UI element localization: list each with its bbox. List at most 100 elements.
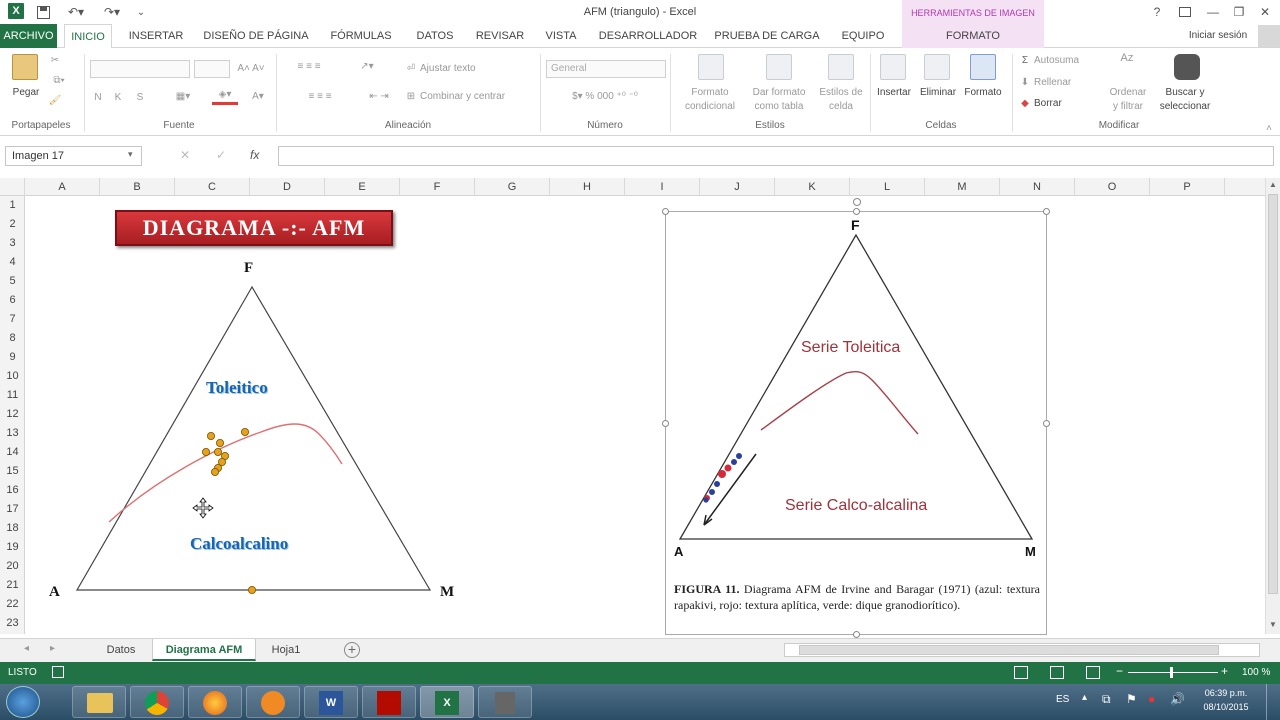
clear-button[interactable]: Borrar — [1034, 97, 1080, 111]
underline-button[interactable]: S — [134, 91, 146, 105]
horizontal-scrollbar[interactable] — [784, 643, 1260, 657]
row-header[interactable]: 21 — [0, 576, 25, 595]
borders-icon[interactable]: ▦▾ — [172, 90, 194, 104]
row-header[interactable]: 19 — [0, 538, 25, 557]
avatar[interactable] — [1258, 25, 1280, 47]
tab-formato[interactable]: FORMATO — [902, 24, 1044, 48]
row-header[interactable]: 16 — [0, 481, 25, 500]
column-header[interactable]: C — [175, 178, 250, 196]
tab-prueba-carga[interactable]: PRUEBA DE CARGA — [712, 28, 822, 48]
number-format-combo[interactable]: General — [546, 60, 666, 78]
new-sheet-icon[interactable]: + — [344, 642, 360, 658]
zoom-in-icon[interactable]: + — [1221, 664, 1228, 678]
tab-archivo[interactable]: ARCHIVO — [0, 24, 57, 48]
tab-vista[interactable]: VISTA — [538, 28, 584, 48]
vertical-scroll-thumb[interactable] — [1268, 194, 1278, 594]
collapse-ribbon-icon[interactable]: ˄ — [1262, 122, 1276, 136]
sheet-tab-diagrama-afm[interactable]: Diagrama AFM — [152, 639, 256, 661]
horizontal-align-icons[interactable]: ≡ ≡ ≡ — [284, 90, 356, 104]
flag-icon[interactable]: ⚑ — [1126, 692, 1137, 706]
macro-record-icon[interactable] — [52, 666, 64, 678]
zoom-level[interactable]: 100 % — [1242, 667, 1270, 678]
scroll-sheets-right-icon[interactable]: ▸ — [50, 643, 55, 654]
tab-desarrollador[interactable]: DESARROLLADOR — [596, 28, 700, 48]
vertical-scrollbar[interactable]: ▲ ▼ — [1265, 178, 1280, 634]
fill-button[interactable]: Rellenar — [1034, 76, 1084, 90]
row-header[interactable]: 12 — [0, 405, 25, 424]
zoom-out-icon[interactable]: − — [1116, 664, 1123, 678]
font-size-combo[interactable] — [194, 60, 230, 78]
sort-filter-button[interactable]: Ordenar y filtrar — [1100, 86, 1156, 114]
zoom-slider-thumb[interactable] — [1170, 667, 1173, 678]
row-header[interactable]: 10 — [0, 367, 25, 386]
taskbar-recorder-icon[interactable] — [478, 686, 532, 718]
restore-icon[interactable]: ❐ — [1230, 3, 1248, 21]
insert-cells-button[interactable]: Insertar — [872, 86, 916, 100]
resize-handle-top-right[interactable] — [1043, 208, 1050, 215]
column-header[interactable]: O — [1075, 178, 1150, 196]
clock-date[interactable]: 08/10/2015 — [1196, 702, 1256, 712]
worksheet[interactable]: DIAGRAMA -:- AFM F A M Toleitico Calcoal… — [25, 196, 1265, 638]
row-header[interactable]: 7 — [0, 310, 25, 329]
format-as-table-button[interactable]: Dar formato como tabla — [746, 86, 812, 114]
row-header[interactable]: 18 — [0, 519, 25, 538]
format-cells-icon[interactable] — [970, 54, 996, 80]
row-header[interactable]: 20 — [0, 557, 25, 576]
column-header[interactable]: H — [550, 178, 625, 196]
help-icon[interactable]: ? — [1150, 3, 1164, 21]
wrap-text-button[interactable]: Ajustar texto — [420, 62, 490, 76]
network-icon[interactable]: ⧉ — [1102, 692, 1111, 707]
select-all-corner[interactable] — [0, 178, 25, 196]
column-header[interactable]: N — [1000, 178, 1075, 196]
autosum-button[interactable]: Autosuma — [1034, 54, 1094, 68]
cut-icon[interactable]: ✂ — [48, 54, 62, 68]
fill-icon[interactable]: ⬇ — [1018, 76, 1032, 90]
row-header[interactable]: 23 — [0, 614, 25, 633]
minimize-icon[interactable]: — — [1204, 3, 1222, 21]
scroll-sheets-left-icon[interactable]: ◂ — [24, 643, 29, 654]
row-header[interactable]: 8 — [0, 329, 25, 348]
column-header[interactable]: J — [700, 178, 775, 196]
conditional-format-button[interactable]: Formato condicional — [676, 86, 744, 114]
page-break-view-icon[interactable] — [1086, 666, 1100, 679]
row-header[interactable]: 2 — [0, 215, 25, 234]
page-layout-view-icon[interactable] — [1050, 666, 1064, 679]
format-as-table-icon[interactable] — [766, 54, 792, 80]
insert-cells-icon[interactable] — [880, 54, 906, 80]
taskbar-chrome-icon[interactable] — [130, 686, 184, 718]
clock-time[interactable]: 06:39 p.m. — [1196, 688, 1256, 698]
tab-diseno-pagina[interactable]: DISEÑO DE PÁGINA — [200, 28, 312, 48]
column-header[interactable]: M — [925, 178, 1000, 196]
taskbar-media-player-icon[interactable] — [246, 686, 300, 718]
vertical-align-icons[interactable]: ≡ ≡ ≡ — [284, 60, 334, 74]
find-select-button[interactable]: Buscar y seleccionar — [1152, 86, 1218, 114]
column-header[interactable]: D — [250, 178, 325, 196]
sort-filter-icon[interactable]: ᴬᶻ — [1114, 53, 1140, 69]
taskbar-acrobat-icon[interactable] — [362, 686, 416, 718]
merge-center-button[interactable]: Combinar y centrar — [420, 90, 532, 104]
scroll-down-icon[interactable]: ▼ — [1269, 620, 1277, 629]
row-header[interactable]: 6 — [0, 291, 25, 310]
delete-cells-icon[interactable] — [924, 54, 950, 80]
paste-button[interactable]: Pegar — [4, 86, 48, 100]
format-painter-icon[interactable]: 🖌 — [48, 94, 62, 108]
indent-icons[interactable]: ⇤ ⇥ — [362, 90, 396, 104]
bold-button[interactable]: N — [92, 91, 104, 105]
number-format-buttons[interactable]: $▾ % 000 ⁺⁰ ⁻⁰ — [548, 90, 662, 104]
tab-insertar[interactable]: INSERTAR — [124, 28, 188, 48]
tab-revisar[interactable]: REVISAR — [472, 28, 528, 48]
column-header[interactable]: B — [100, 178, 175, 196]
horizontal-scroll-thumb[interactable] — [799, 645, 1219, 655]
taskbar-excel-icon[interactable]: X — [420, 686, 474, 718]
wrap-text-icon[interactable]: ⏎ — [404, 62, 418, 76]
font-color-icon[interactable]: A▾ — [246, 90, 270, 104]
tab-inicio[interactable]: INICIO — [64, 24, 112, 49]
row-header[interactable]: 4 — [0, 253, 25, 272]
cancel-entry-icon[interactable]: ✕ — [180, 148, 190, 162]
row-header[interactable]: 22 — [0, 595, 25, 614]
scroll-up-icon[interactable]: ▲ — [1269, 180, 1277, 189]
column-header[interactable]: E — [325, 178, 400, 196]
column-header[interactable]: K — [775, 178, 850, 196]
row-header[interactable]: 9 — [0, 348, 25, 367]
ribbon-display-options-icon[interactable] — [1176, 3, 1194, 21]
